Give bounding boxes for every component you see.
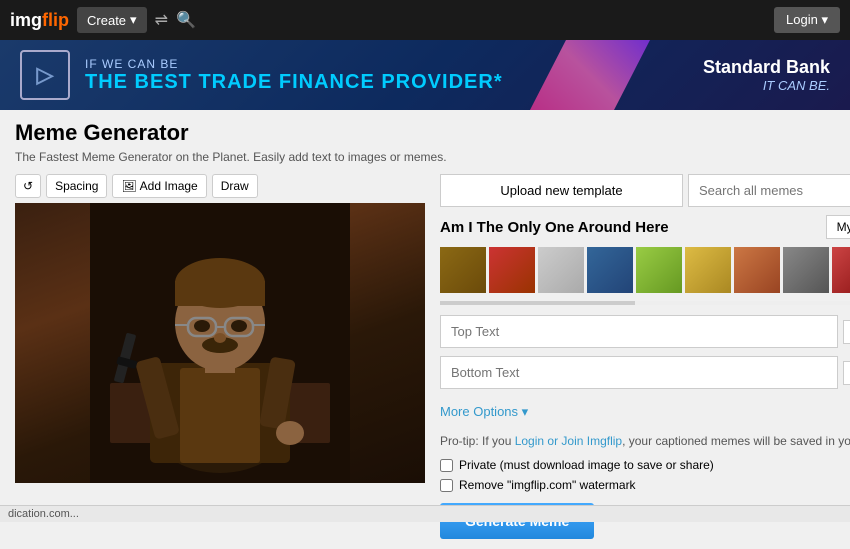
- login-button[interactable]: Login ▾: [774, 7, 840, 33]
- thumbnail-strip: [440, 247, 850, 293]
- private-checkbox[interactable]: [440, 459, 453, 472]
- chevron-down-icon: ▾: [130, 12, 137, 28]
- chevron-down-icon: ▾: [821, 12, 828, 27]
- create-label: Create: [87, 13, 126, 28]
- meme-title: Am I The Only One Around Here: [440, 219, 669, 236]
- banner-left: ▷ IF WE CAN BE THE BEST TRADE FINANCE PR…: [20, 50, 503, 100]
- thumb-img-8: [832, 247, 850, 293]
- advertisement-banner: ▷ IF WE CAN BE THE BEST TRADE FINANCE PR…: [0, 40, 850, 110]
- thumbnail-item[interactable]: [489, 247, 535, 293]
- login-label: Login: [786, 12, 818, 27]
- thumbnail-item[interactable]: [440, 247, 486, 293]
- top-text-row: ⚙: [440, 315, 850, 348]
- add-image-label: Add Image: [140, 179, 198, 193]
- thumb-img-1: [489, 247, 535, 293]
- bottom-text-input[interactable]: [440, 356, 838, 389]
- private-checkbox-row: Private (must download image to save or …: [440, 458, 850, 472]
- text-color-white[interactable]: [843, 320, 850, 344]
- bank-logo: ▷: [20, 50, 70, 100]
- draw-button[interactable]: Draw: [212, 174, 258, 198]
- banner-decoration: [530, 40, 650, 110]
- meme-figure: [90, 203, 350, 483]
- upload-template-button[interactable]: Upload new template: [440, 174, 683, 207]
- thumb-img-6: [734, 247, 780, 293]
- search-input[interactable]: [688, 174, 850, 207]
- login-link[interactable]: Login or Join Imgflip: [515, 434, 622, 448]
- thumb-img-4: [636, 247, 682, 293]
- upload-label: Upload new template: [500, 183, 622, 198]
- watermark-checkbox-row: Remove "imgflip.com" watermark: [440, 478, 850, 492]
- page-subtitle: The Fastest Meme Generator on the Planet…: [15, 150, 835, 164]
- thumbnail-item[interactable]: [538, 247, 584, 293]
- scroll-indicator: [440, 301, 850, 305]
- thumbnail-item[interactable]: [587, 247, 633, 293]
- thumb-img-7: [783, 247, 829, 293]
- private-label: Private (must download image to save or …: [459, 458, 714, 472]
- thumb-img-5: [685, 247, 731, 293]
- banner-if-text: IF WE CAN BE: [85, 57, 503, 71]
- more-options-link[interactable]: More Options ▾: [440, 404, 528, 420]
- left-panel: ↺ Spacing 🖼 Add Image Draw: [15, 174, 425, 539]
- bank-info: Standard Bank IT CAN BE.: [703, 57, 830, 93]
- right-panel: Upload new template Am I The Only One Ar…: [440, 174, 850, 539]
- reset-icon: ↺: [23, 179, 33, 193]
- thumbnail-item[interactable]: [636, 247, 682, 293]
- thumb-img-0: [440, 247, 486, 293]
- more-options-row: More Options ▾ Add Text: [440, 397, 850, 426]
- tab-my[interactable]: My: [826, 215, 850, 239]
- status-bar: dication.com...: [0, 505, 850, 522]
- upload-search-row: Upload new template: [440, 174, 850, 207]
- bottom-text-color-white[interactable]: [843, 361, 850, 385]
- banner-text: IF WE CAN BE THE BEST TRADE FINANCE PROV…: [85, 57, 503, 94]
- header-left: imgflip Create ▾ ⇌ 🔍: [10, 7, 196, 33]
- pro-tip: Pro-tip: If you Login or Join Imgflip, y…: [440, 434, 850, 448]
- watermark-checkbox[interactable]: [440, 479, 453, 492]
- top-text-input[interactable]: [440, 315, 838, 348]
- scroll-bar: [440, 301, 635, 305]
- thumb-img-3: [587, 247, 633, 293]
- add-image-button[interactable]: 🖼 Add Image: [112, 174, 206, 198]
- meme-image-inner: [15, 203, 425, 483]
- toolbar: ↺ Spacing 🖼 Add Image Draw: [15, 174, 425, 198]
- add-image-icon: 🖼: [121, 179, 136, 193]
- status-text: dication.com...: [8, 508, 79, 520]
- thumb-img-2: [538, 247, 584, 293]
- thumbnail-item[interactable]: [685, 247, 731, 293]
- thumbnail-item[interactable]: [832, 247, 850, 293]
- page-title: Meme Generator: [15, 120, 835, 146]
- bank-name: Standard Bank: [703, 57, 830, 78]
- create-button[interactable]: Create ▾: [77, 7, 147, 33]
- spacing-button[interactable]: Spacing: [46, 174, 107, 198]
- search-icon[interactable]: 🔍: [176, 10, 196, 30]
- tab-group: My Popular: [826, 215, 850, 239]
- banner-main-text: THE BEST TRADE FINANCE PROVIDER*: [85, 71, 503, 94]
- logo: imgflip: [10, 10, 69, 31]
- watermark-label: Remove "imgflip.com" watermark: [459, 478, 636, 492]
- bank-tagline: IT CAN BE.: [703, 78, 830, 93]
- header: imgflip Create ▾ ⇌ 🔍 Login ▾: [0, 0, 850, 40]
- meme-title-row: Am I The Only One Around Here My Popular: [440, 215, 850, 239]
- spacing-label: Spacing: [55, 179, 98, 193]
- bottom-text-row: ⚙: [440, 356, 850, 389]
- reset-icon-button[interactable]: ↺: [15, 174, 41, 198]
- meme-preview: [15, 203, 425, 483]
- thumbnail-item[interactable]: [734, 247, 780, 293]
- draw-label: Draw: [221, 179, 249, 193]
- shuffle-icon[interactable]: ⇌: [155, 10, 168, 30]
- thumbnail-item[interactable]: [783, 247, 829, 293]
